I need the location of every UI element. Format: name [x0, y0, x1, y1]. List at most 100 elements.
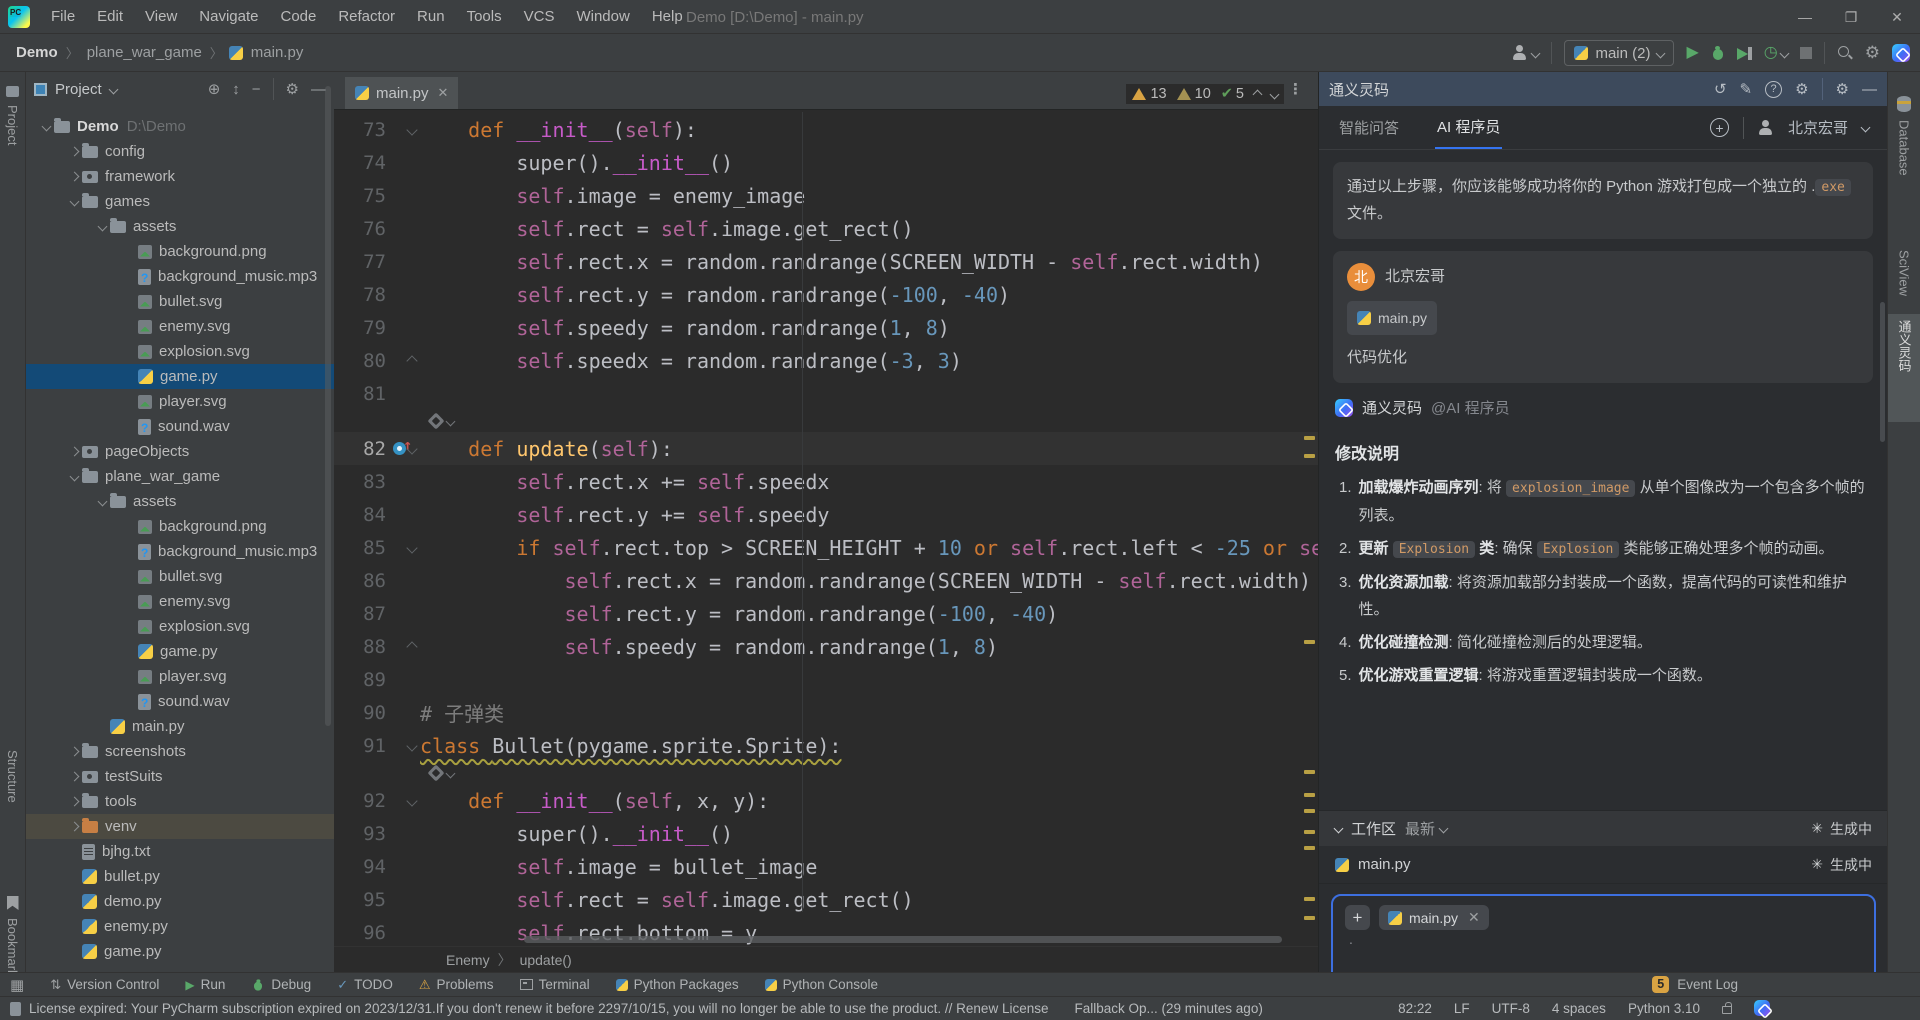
tree-item-tools[interactable]: tools	[26, 789, 334, 814]
line-number[interactable]: 73	[334, 119, 386, 141]
readonly-lock-icon[interactable]	[1722, 1006, 1732, 1014]
tool-window-sciview[interactable]: SciView	[1888, 244, 1920, 302]
chat-input-box[interactable]: + main.py ✕ . qwen-2.5 Ctrl+Enter 换行/Ent…	[1331, 894, 1876, 972]
ai-inline-widget[interactable]	[334, 410, 1318, 432]
tab-main-py[interactable]: main.py ✕	[345, 77, 458, 109]
breadcrumb-class[interactable]: Enemy	[446, 952, 490, 968]
tree-item-Demo[interactable]: DemoD:\Demo	[26, 114, 334, 139]
tree-item-bullet.svg[interactable]: bullet.svg	[26, 564, 334, 589]
tree-item-framework[interactable]: framework	[26, 164, 334, 189]
workspace-sort-select[interactable]: 最新	[1405, 818, 1447, 839]
warning-stripe-mark[interactable]	[1304, 436, 1315, 440]
code-line-94[interactable]: 94 self.image = bullet_image	[334, 850, 1318, 883]
chevron-right-icon[interactable]	[69, 147, 79, 157]
line-number[interactable]: 83	[334, 471, 386, 493]
tree-item-sound.wav[interactable]: sound.wav	[26, 414, 334, 439]
account-name[interactable]: 北京宏哥	[1788, 117, 1848, 138]
line-number[interactable]: 96	[334, 922, 386, 944]
menu-edit[interactable]: Edit	[86, 0, 134, 34]
license-message[interactable]: License expired: Your PyCharm subscripti…	[29, 1001, 1048, 1016]
tree-item-testSuits[interactable]: testSuits	[26, 764, 334, 789]
toolbar-problems[interactable]: ⚠Problems	[419, 977, 494, 993]
code-line-80[interactable]: 80 self.speedx = random.randrange(-3, 3)	[334, 344, 1318, 377]
code-line-95[interactable]: 95 self.rect = self.image.get_rect()	[334, 883, 1318, 916]
tree-item-main.py[interactable]: main.py	[26, 714, 334, 739]
code-line-87[interactable]: 87 self.rect.y = random.randrange(-100, …	[334, 597, 1318, 630]
line-number[interactable]: 82	[334, 438, 386, 460]
toolbar-python-packages[interactable]: Python Packages	[616, 977, 739, 992]
chevron-down-icon[interactable]	[41, 122, 51, 132]
workspace-collapse-icon[interactable]	[1334, 824, 1344, 834]
fold-marker-icon[interactable]	[406, 795, 417, 806]
add-context-button[interactable]: +	[1345, 905, 1370, 930]
account-dropdown-icon[interactable]	[1861, 123, 1871, 133]
line-number[interactable]: 77	[334, 251, 386, 273]
tree-item-pageObjects[interactable]: pageObjects	[26, 439, 334, 464]
tool-window-tongyi[interactable]: 通义灵码	[1888, 314, 1920, 422]
fold-marker-icon[interactable]	[406, 740, 417, 751]
tool-window-switcher-icon[interactable]: ▦	[10, 976, 24, 994]
warning-stripe-mark[interactable]	[1304, 793, 1315, 797]
tree-item-enemy.py[interactable]: enemy.py	[26, 914, 334, 939]
breadcrumb-folder[interactable]: plane_war_game	[85, 44, 204, 61]
tools-icon[interactable]: ⚙	[1795, 80, 1808, 98]
next-problem-icon[interactable]	[1270, 89, 1280, 99]
fold-marker-icon[interactable]	[406, 641, 417, 652]
breadcrumb-method[interactable]: update()	[520, 952, 572, 968]
collapse-all-icon[interactable]: −	[252, 81, 261, 98]
code-line-89[interactable]: 89	[334, 663, 1318, 696]
toolbar-version-control[interactable]: ⇅Version Control	[50, 977, 159, 993]
warning-stripe-mark[interactable]	[1304, 640, 1315, 644]
tree-item-player.svg[interactable]: player.svg	[26, 389, 334, 414]
code-line-83[interactable]: 83 self.rect.x += self.speedx	[334, 465, 1318, 498]
tree-item-explosion.svg[interactable]: explosion.svg	[26, 614, 334, 639]
fold-marker-icon[interactable]	[406, 542, 417, 553]
tree-item-games[interactable]: games	[26, 189, 334, 214]
code-line-75[interactable]: 75 self.image = enemy_image	[334, 179, 1318, 212]
chevron-right-icon[interactable]	[69, 172, 79, 182]
line-number[interactable]: 86	[334, 570, 386, 592]
line-number[interactable]: 88	[334, 636, 386, 658]
tree-item-sound.wav[interactable]: sound.wav	[26, 689, 334, 714]
line-number[interactable]: 89	[334, 669, 386, 691]
tree-item-enemy.svg[interactable]: enemy.svg	[26, 314, 334, 339]
remove-chip-icon[interactable]: ✕	[1468, 909, 1480, 926]
warning-stripe-mark[interactable]	[1304, 809, 1315, 813]
warning-stripe-mark[interactable]	[1304, 454, 1315, 458]
code-line-84[interactable]: 84 self.rect.y += self.speedy	[334, 498, 1318, 531]
line-number[interactable]: 94	[334, 856, 386, 878]
code-line-92[interactable]: 92 def __init__(self, x, y):	[334, 784, 1318, 817]
new-task-plus-icon[interactable]: +	[1710, 118, 1729, 137]
prev-problem-icon[interactable]	[1253, 89, 1263, 99]
error-stripe[interactable]	[1302, 112, 1318, 972]
menu-code[interactable]: Code	[269, 0, 327, 34]
tree-item-background_music.mp3[interactable]: background_music.mp3	[26, 539, 334, 564]
workspace-bar[interactable]: 工作区 最新 ✳生成中	[1319, 810, 1887, 846]
code-line-85[interactable]: 85 if self.rect.top > SCREEN_HEIGHT + 10…	[334, 531, 1318, 564]
line-number[interactable]: 91	[334, 735, 386, 757]
warning-stripe-mark[interactable]	[1304, 916, 1315, 920]
settings-gear-icon[interactable]: ⚙	[1865, 43, 1880, 63]
profiler-button[interactable]: ◷	[1764, 45, 1788, 61]
warning-stripe-mark[interactable]	[1304, 846, 1315, 850]
tree-item-screenshots[interactable]: screenshots	[26, 739, 334, 764]
warning-stripe-mark[interactable]	[1304, 770, 1315, 774]
code-line-93[interactable]: 93 super().__init__()	[334, 817, 1318, 850]
tool-window-structure[interactable]: Structure	[0, 744, 25, 809]
tree-item-game.py[interactable]: game.py	[26, 939, 334, 964]
code-line-78[interactable]: 78 self.rect.y = random.randrange(-100, …	[334, 278, 1318, 311]
tool-window-project[interactable]: Project	[0, 78, 25, 151]
code-line-79[interactable]: 79 self.speedy = random.randrange(1, 8)	[334, 311, 1318, 344]
menu-file[interactable]: File	[40, 0, 86, 34]
line-number[interactable]: 79	[334, 317, 386, 339]
tab-ai-programmer[interactable]: AI 程序员	[1435, 106, 1502, 149]
menu-window[interactable]: Window	[565, 0, 640, 34]
run-button[interactable]: ▶	[1686, 45, 1698, 61]
line-number[interactable]: 87	[334, 603, 386, 625]
menu-navigate[interactable]: Navigate	[188, 0, 269, 34]
ai-settings-gear-icon[interactable]: ⚙	[1836, 80, 1849, 98]
tree-item-assets[interactable]: assets	[26, 214, 334, 239]
vcs-fallback-status[interactable]: Fallback Op... (29 minutes ago)	[1074, 1001, 1262, 1016]
line-number[interactable]: 76	[334, 218, 386, 240]
line-number[interactable]: 85	[334, 537, 386, 559]
